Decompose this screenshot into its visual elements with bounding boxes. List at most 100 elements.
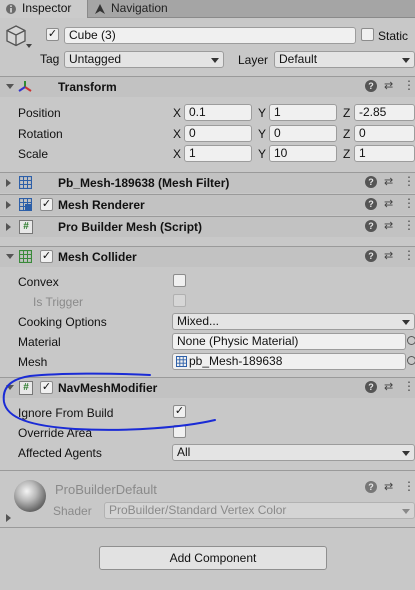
convex-label: Convex <box>18 275 59 289</box>
material-name: ProBuilderDefault <box>55 482 157 497</box>
material-label: Material <box>18 335 61 349</box>
more-icon[interactable]: ⋮ <box>403 380 415 392</box>
mesh-object-field[interactable]: pb_Mesh-189638 <box>172 353 406 370</box>
convex-checkbox[interactable] <box>173 274 186 287</box>
mesh-renderer-title: Mesh Renderer <box>58 198 145 212</box>
help-icon[interactable]: ? <box>365 481 377 493</box>
layer-dropdown[interactable]: Default <box>274 51 415 68</box>
component-header-icons: ? ⇄ ⋮ <box>365 197 415 212</box>
layer-label: Layer <box>238 53 269 67</box>
more-icon[interactable]: ⋮ <box>403 480 415 492</box>
position-label: Position <box>18 106 61 120</box>
section-divider <box>0 470 415 471</box>
transform-title: Transform <box>58 80 117 94</box>
tab-inspector[interactable]: Inspector <box>0 0 88 18</box>
layer-value: Default <box>279 52 318 66</box>
tab-navigation[interactable]: Navigation <box>89 0 199 18</box>
chevron-down-icon <box>402 58 410 63</box>
object-name-field[interactable]: Cube (3) <box>64 27 356 44</box>
rotation-y-field[interactable]: 0 <box>269 125 337 142</box>
help-icon[interactable]: ? <box>365 80 377 92</box>
static-checkbox[interactable] <box>361 28 374 41</box>
mesh-value: pb_Mesh-189638 <box>189 354 283 368</box>
script-icon: # <box>19 220 33 234</box>
object-active-checkbox[interactable]: ✓ <box>46 28 59 41</box>
pro-builder-mesh-title: Pro Builder Mesh (Script) <box>58 220 203 234</box>
component-header-icons: ? ⇄ ⋮ <box>365 79 415 94</box>
rotation-z-field[interactable]: 0 <box>354 125 415 142</box>
object-picker-icon[interactable] <box>407 336 415 345</box>
x-axis-label: X <box>173 127 182 141</box>
scale-x-field[interactable]: 1 <box>184 145 252 162</box>
position-x-field[interactable]: 0.1 <box>184 104 252 121</box>
help-icon[interactable]: ? <box>365 176 377 188</box>
presets-icon[interactable]: ⇄ <box>384 251 393 262</box>
y-axis-label: Y <box>258 147 267 161</box>
presets-icon[interactable]: ⇄ <box>384 482 393 493</box>
presets-icon[interactable]: ⇄ <box>384 221 393 232</box>
chevron-down-icon <box>402 451 410 456</box>
material-object-field[interactable]: None (Physic Material) <box>172 333 406 350</box>
mesh-collider-header[interactable]: ✓ Mesh Collider ? ⇄ ⋮ <box>0 246 415 267</box>
cooking-options-dropdown[interactable]: Mixed... <box>172 313 415 330</box>
y-axis-label: Y <box>258 127 267 141</box>
foldout-arrow-icon[interactable] <box>6 254 14 259</box>
component-header-icons: ? ⇄ ⋮ <box>365 380 415 395</box>
rotation-label: Rotation <box>18 127 63 141</box>
foldout-arrow-icon[interactable] <box>6 514 11 522</box>
mesh-label: Mesh <box>18 355 48 369</box>
help-icon[interactable]: ? <box>365 381 377 393</box>
scale-label: Scale <box>18 147 49 161</box>
navigation-icon <box>95 4 105 14</box>
help-icon[interactable]: ? <box>365 250 377 262</box>
presets-icon[interactable]: ⇄ <box>384 81 393 92</box>
foldout-arrow-icon[interactable] <box>6 223 11 231</box>
transform-header[interactable]: Transform ? ⇄ ⋮ <box>0 76 415 97</box>
affected-agents-value: All <box>177 445 191 459</box>
static-label: Static <box>378 29 409 43</box>
chevron-down-icon <box>211 58 219 63</box>
window-tab-bar: Inspector Navigation <box>0 0 415 18</box>
help-icon[interactable]: ? <box>365 220 377 232</box>
tag-dropdown[interactable]: Untagged <box>64 51 224 68</box>
transform-icon <box>18 81 32 92</box>
more-icon[interactable]: ⋮ <box>403 249 415 261</box>
component-header-icons: ? ⇄ ⋮ <box>365 249 415 264</box>
more-icon[interactable]: ⋮ <box>403 219 415 231</box>
mesh-collider-title: Mesh Collider <box>58 250 137 264</box>
help-icon[interactable]: ? <box>365 198 377 210</box>
position-y-field[interactable]: 1 <box>269 104 337 121</box>
more-icon[interactable]: ⋮ <box>403 197 415 209</box>
foldout-arrow-icon[interactable] <box>6 84 14 89</box>
annotation-scribble <box>2 372 216 431</box>
cube-icon <box>6 25 26 47</box>
icon-dropdown-arrow[interactable] <box>26 44 32 48</box>
mesh-collider-enabled-checkbox[interactable]: ✓ <box>40 250 53 263</box>
scale-z-field[interactable]: 1 <box>354 145 415 162</box>
position-z-field[interactable]: -2.85 <box>354 104 415 121</box>
presets-icon[interactable]: ⇄ <box>384 177 393 188</box>
add-component-button[interactable]: Add Component <box>99 546 327 570</box>
tag-value: Untagged <box>69 52 122 66</box>
mesh-renderer-icon <box>19 198 32 211</box>
more-icon[interactable]: ⋮ <box>403 79 415 91</box>
foldout-arrow-icon[interactable] <box>6 201 11 209</box>
tab-inspector-label: Inspector <box>22 1 72 15</box>
scale-y-field[interactable]: 10 <box>269 145 337 162</box>
z-axis-label: Z <box>343 147 351 161</box>
presets-icon[interactable]: ⇄ <box>384 199 393 210</box>
shader-dropdown: ProBuilder/Standard Vertex Color <box>104 502 415 519</box>
mesh-renderer-header[interactable]: ✓ Mesh Renderer ? ⇄ ⋮ <box>0 194 415 215</box>
cooking-options-value: Mixed... <box>177 314 220 328</box>
mesh-filter-title: Pb_Mesh-189638 (Mesh Filter) <box>58 176 230 190</box>
more-icon[interactable]: ⋮ <box>403 175 415 187</box>
object-picker-icon[interactable] <box>407 356 415 365</box>
mesh-grid-icon <box>176 356 187 367</box>
mesh-renderer-enabled-checkbox[interactable]: ✓ <box>40 198 53 211</box>
foldout-arrow-icon[interactable] <box>6 179 11 187</box>
presets-icon[interactable]: ⇄ <box>384 382 393 393</box>
rotation-x-field[interactable]: 0 <box>184 125 252 142</box>
affected-agents-dropdown[interactable]: All <box>172 444 415 461</box>
mesh-filter-header[interactable]: Pb_Mesh-189638 (Mesh Filter) ? ⇄ ⋮ <box>0 172 415 193</box>
pro-builder-mesh-header[interactable]: # Pro Builder Mesh (Script) ? ⇄ ⋮ <box>0 216 415 237</box>
